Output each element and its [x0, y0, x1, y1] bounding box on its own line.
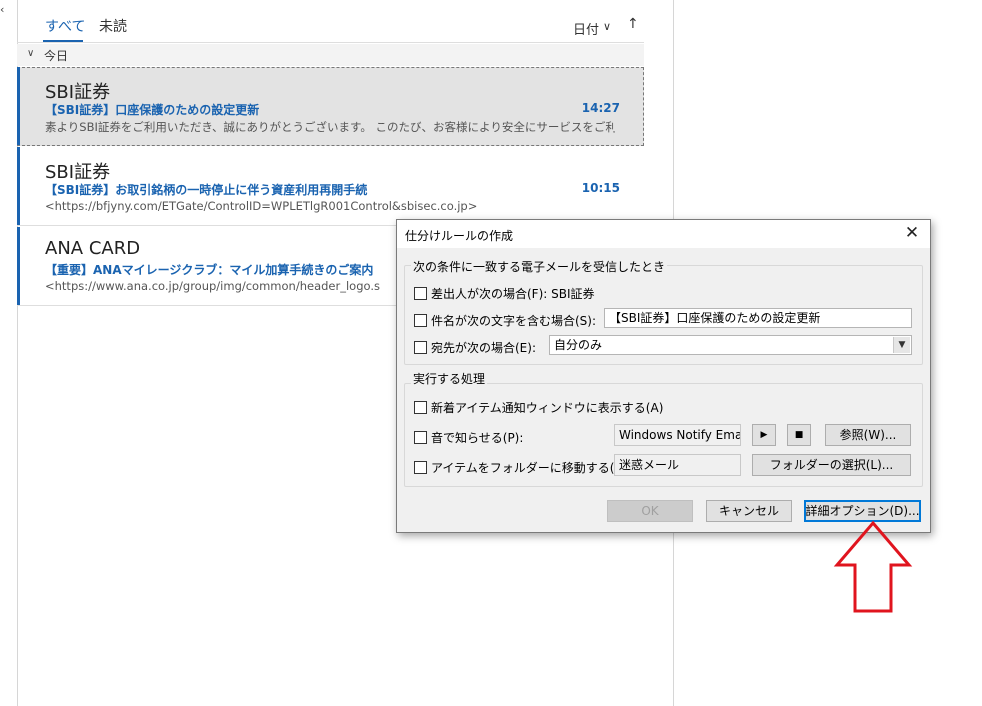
- checkbox-icon[interactable]: [414, 431, 427, 444]
- from-condition-label: 差出人が次の場合(F): SBI証券: [431, 287, 595, 301]
- message-subject: 【SBI証券】お取引銘柄の一時停止に伴う資産利用再開手続: [45, 183, 368, 197]
- message-item[interactable]: SBI証券 【SBI証券】お取引銘柄の一時停止に伴う資産利用再開手続 10:15…: [17, 147, 644, 226]
- header-divider: [17, 42, 644, 43]
- left-nav-strip: ‹: [0, 0, 18, 706]
- create-rule-dialog: 仕分けルールの作成 ✕ 次の条件に一致する電子メールを受信したとき 差出人が次の…: [396, 219, 931, 533]
- play-sound-button[interactable]: ▶: [752, 424, 776, 446]
- unread-indicator-bar: [17, 227, 20, 305]
- dialog-title-bar[interactable]: 仕分けルールの作成 ✕: [397, 220, 930, 248]
- message-subject: 【重要】ANAマイレージクラブ：マイル加算手続きのご案内: [45, 263, 374, 277]
- dropdown-chevron-icon[interactable]: ▼: [893, 337, 910, 353]
- to-condition-label: 宛先が次の場合(E):: [431, 341, 536, 355]
- annotation-arrow-shape: [833, 520, 913, 613]
- collapse-chevron-icon[interactable]: ‹: [0, 3, 4, 16]
- subject-text-input[interactable]: 【SBI証券】口座保護のための設定更新: [604, 308, 912, 328]
- subject-condition-label: 件名が次の文字を含む場合(S):: [431, 314, 597, 328]
- from-condition-checkbox[interactable]: 差出人が次の場合(F): SBI証券: [414, 285, 595, 302]
- checkbox-icon[interactable]: [414, 341, 427, 354]
- folder-field: 迷惑メール: [614, 454, 741, 476]
- message-item[interactable]: SBI証券 【SBI証券】口座保護のための設定更新 14:27 素よりSBI証券…: [17, 67, 644, 146]
- tab-unread[interactable]: 未読: [99, 16, 127, 38]
- move-action-label: アイテムをフォルダーに移動する(M):: [431, 461, 634, 475]
- unread-indicator-bar: [17, 147, 20, 225]
- notify-action-label: 新着アイテム通知ウィンドウに表示する(A): [431, 401, 664, 415]
- sort-direction-arrow-icon[interactable]: ↑: [627, 16, 639, 32]
- browse-button[interactable]: 参照(W)...: [825, 424, 911, 446]
- unread-indicator-bar: [17, 67, 20, 145]
- tab-all[interactable]: すべて: [45, 16, 85, 38]
- play-icon: ▶: [760, 430, 768, 440]
- sort-by-date-button[interactable]: 日付: [573, 19, 599, 38]
- sound-file-field[interactable]: Windows Notify Ema: [614, 424, 741, 446]
- stop-icon: ■: [794, 430, 804, 440]
- select-folder-button[interactable]: フォルダーの選択(L)...: [752, 454, 911, 476]
- message-time: 14:27: [581, 101, 620, 115]
- sound-action-label: 音で知らせる(P):: [431, 431, 524, 445]
- cancel-button[interactable]: キャンセル: [706, 500, 792, 522]
- checkbox-icon[interactable]: [414, 401, 427, 414]
- dialog-title: 仕分けルールの作成: [405, 229, 514, 243]
- actions-group-label: 実行する処理: [411, 370, 488, 387]
- group-label: 今日: [44, 49, 69, 63]
- group-chevron-down-icon[interactable]: ∨: [27, 48, 34, 59]
- ok-button[interactable]: OK: [607, 500, 693, 522]
- message-subject: 【SBI証券】口座保護のための設定更新: [45, 103, 260, 117]
- checkbox-icon[interactable]: [414, 287, 427, 300]
- stop-sound-button[interactable]: ■: [787, 424, 811, 446]
- conditions-group-label: 次の条件に一致する電子メールを受信したとき: [411, 258, 668, 275]
- group-header-today[interactable]: ∨ 今日: [17, 44, 644, 66]
- notify-action-checkbox[interactable]: 新着アイテム通知ウィンドウに表示する(A): [414, 399, 663, 416]
- checkbox-icon[interactable]: [414, 461, 427, 474]
- subject-condition-checkbox[interactable]: 件名が次の文字を含む場合(S):: [414, 312, 596, 329]
- checkbox-icon[interactable]: [414, 314, 427, 327]
- message-preview: <https://bfjyny.com/ETGate/ControlID=WPL…: [45, 199, 478, 213]
- message-sender: ANA CARD: [45, 238, 141, 259]
- annotation-up-arrow-icon: [833, 520, 913, 613]
- sort-chevron-down-icon[interactable]: ∨: [603, 20, 611, 33]
- message-preview: 素よりSBI証券をご利用いただき、誠にありがとうございます。 このたび、お客様に…: [45, 120, 615, 134]
- sound-action-checkbox[interactable]: 音で知らせる(P):: [414, 429, 523, 446]
- close-icon[interactable]: ✕: [902, 223, 922, 243]
- message-time: 10:15: [581, 181, 620, 195]
- to-select-value: 自分のみ: [554, 338, 603, 352]
- to-select[interactable]: 自分のみ ▼: [549, 335, 912, 355]
- move-action-checkbox[interactable]: アイテムをフォルダーに移動する(M):: [414, 459, 634, 476]
- to-condition-checkbox[interactable]: 宛先が次の場合(E):: [414, 339, 536, 356]
